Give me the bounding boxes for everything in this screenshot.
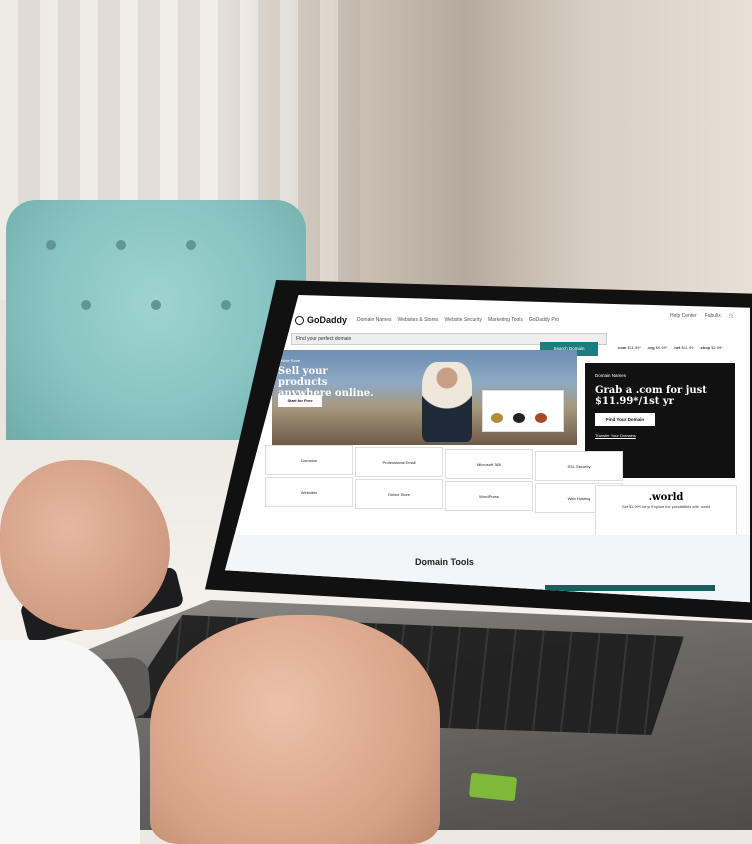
- category-websites[interactable]: Websites: [265, 477, 353, 507]
- category-microsoft-365[interactable]: Microsoft 365: [445, 449, 533, 479]
- godaddy-logo[interactable]: GoDaddy: [295, 315, 347, 325]
- nav-websites-stores[interactable]: Websites & Stores: [397, 317, 438, 323]
- tld-shop[interactable]: .shop $2.99*: [699, 345, 722, 350]
- help-center-link[interactable]: Help Center: [670, 313, 697, 319]
- site-nav: GoDaddy Domain Names Websites & Stores W…: [295, 313, 745, 327]
- nav-domain-names[interactable]: Domain Names: [357, 317, 391, 323]
- category-wordpress[interactable]: WordPress: [445, 481, 533, 511]
- hero-person-image: [422, 362, 472, 442]
- laptop-screen: GoDaddy Domain Names Websites & Stores W…: [225, 295, 750, 603]
- nav-godaddy-pro[interactable]: GoDaddy Pro: [529, 317, 559, 323]
- hero-banner: Online Store Sell your products anywhere…: [272, 350, 577, 445]
- start-for-free-button[interactable]: Start for Free: [278, 395, 322, 407]
- logo-text: GoDaddy: [307, 315, 348, 325]
- category-online-store[interactable]: Online Store: [355, 479, 443, 509]
- tld-com[interactable]: .com $11.99*: [617, 345, 641, 350]
- tld-net[interactable]: .net $11.99: [673, 345, 693, 350]
- tld-org[interactable]: .org $9.99*: [647, 345, 667, 350]
- store-preview-card: [482, 390, 564, 432]
- promo-title: Grab a .com for just $11.99*/1st yr: [595, 385, 707, 407]
- nav-marketing-tools[interactable]: Marketing Tools: [488, 317, 523, 323]
- account-menu[interactable]: Fabulix: [705, 313, 721, 319]
- transfer-domains-link[interactable]: Transfer Your Domains: [595, 433, 636, 438]
- cart-icon[interactable]: 🛒: [729, 313, 735, 319]
- right-hand: [150, 615, 440, 844]
- category-ssl-security[interactable]: SSL Security: [535, 451, 623, 481]
- godaddy-logo-icon: [295, 315, 304, 325]
- category-domains[interactable]: Domains: [265, 445, 353, 475]
- promo-label: Domain Names: [595, 373, 627, 378]
- nav-website-security[interactable]: Website Security: [445, 317, 482, 323]
- world-tld-name: .world: [648, 492, 684, 503]
- world-tld-card[interactable]: .world Get $1.99*/1st yr Explore the pos…: [595, 485, 737, 537]
- find-your-domain-button[interactable]: Find Your Domain: [595, 413, 655, 426]
- category-professional-email[interactable]: Professional Email: [355, 447, 443, 477]
- laptop-sticker: [468, 772, 518, 802]
- world-tld-desc: Get $1.99*/1st yr Explore the possibilit…: [621, 505, 711, 509]
- nav-right: Help Center Fabulix 🛒: [670, 313, 735, 319]
- domain-tools-title: Domain Tools: [415, 557, 474, 567]
- tld-prices: .com $11.99* .org $9.99* .net $11.99 .sh…: [617, 345, 723, 350]
